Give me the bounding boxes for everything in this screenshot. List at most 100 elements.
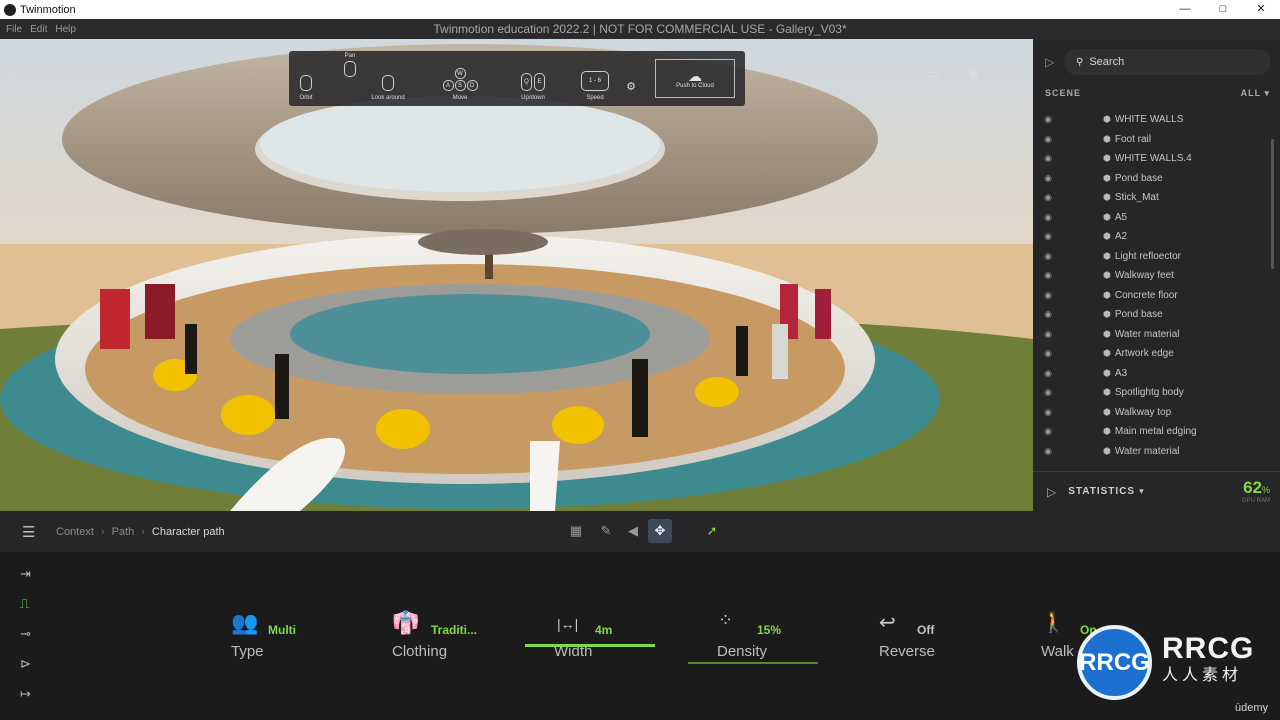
visibility-eye-icon[interactable]: ◉ (1033, 153, 1063, 164)
pan-control[interactable]: Pan (337, 51, 363, 106)
maximize-button[interactable]: □ (1204, 0, 1242, 19)
view-eye-icon[interactable]: ◉ (968, 66, 979, 82)
viewport-3d[interactable]: ▷ ▭ ◉ Orbit Pan Look around W A S D Move… (0, 39, 1033, 511)
cloud-upload-icon: ☁ (688, 67, 702, 84)
mouse-middle-icon (344, 61, 356, 77)
layout-view-icon[interactable]: ▭ (927, 66, 939, 82)
scene-item-label: Walkway feet (1114, 270, 1174, 282)
visibility-eye-icon[interactable]: ◉ (1033, 348, 1063, 359)
scene-item[interactable]: ◉ ⬢ Artwork edge (1033, 344, 1268, 364)
menu-edit[interactable]: Edit (30, 24, 47, 35)
density-param[interactable]: ⁘ 15% Density (688, 610, 818, 670)
scene-item[interactable]: ◉ ⬢ Light refloector (1033, 247, 1268, 267)
app-name: Twinmotion (20, 3, 76, 16)
connector-icon[interactable]: ⊸ (20, 626, 42, 642)
scene-item-label: Artwork edge (1114, 348, 1174, 360)
scene-item[interactable]: ◉ ⬢ A5 (1033, 208, 1268, 228)
scene-item-label: WHITE WALLS (1114, 114, 1184, 126)
scene-item-label: Water material (1114, 328, 1180, 340)
speed-keys: 1 - 6 (581, 71, 609, 91)
media-icon[interactable]: ⊳ (20, 656, 42, 672)
visibility-eye-icon[interactable]: ◉ (1033, 387, 1063, 398)
move-tool-icon[interactable]: ✥ (648, 519, 672, 543)
scene-item[interactable]: ◉ ⬢ A3 (1033, 364, 1268, 384)
hamburger-menu-icon[interactable]: ☰ (22, 523, 40, 541)
object-cube-icon: ⬢ (1103, 445, 1111, 456)
minimize-button[interactable]: — (1166, 0, 1204, 19)
scene-item[interactable]: ◉ ⬢ WHITE WALLS.4 (1033, 149, 1268, 169)
scene-list: ◉ ⬢ WHITE WALLS ◉ ⬢ Foot rail ◉ ⬢ WHITE WALLS.4 ◉… (1033, 110, 1268, 465)
settings-gear-icon[interactable]: ⚙ (623, 59, 639, 114)
scene-item[interactable]: ◉ ⬢ Pond base (1033, 169, 1268, 189)
path-icon[interactable]: ⎍ (20, 596, 42, 612)
visibility-eye-icon[interactable]: ◉ (1033, 446, 1063, 457)
speed-control[interactable]: 1 - 6 Speed (579, 51, 611, 106)
visibility-eye-icon[interactable]: ◉ (1033, 192, 1063, 203)
scene-item-label: A2 (1114, 231, 1128, 243)
object-cube-icon: ⬢ (1103, 153, 1111, 164)
export-icon[interactable]: ↦ (20, 686, 42, 702)
collapse-panel-icon[interactable]: ▷ (1045, 55, 1054, 69)
clothing-param[interactable]: 👘 Traditi... Clothing (392, 610, 502, 670)
orbit-control[interactable]: Orbit (293, 51, 319, 106)
clothing-label: Clothing (392, 643, 448, 660)
expand-left-panel-icon[interactable]: ▷ (12, 67, 22, 83)
type-param[interactable]: 👥 Multi Type (231, 610, 341, 670)
scene-item[interactable]: ◉ ⬢ Water material (1033, 325, 1268, 345)
menu-help[interactable]: Help (55, 24, 76, 35)
visibility-eye-icon[interactable]: ◉ (1033, 407, 1063, 418)
scene-item[interactable]: ◉ ⬢ Pond base (1033, 305, 1268, 325)
object-cube-icon: ⬢ (1103, 367, 1111, 378)
visibility-eye-icon[interactable]: ◉ (1033, 134, 1063, 145)
scene-item[interactable]: ◉ ⬢ Walkway feet (1033, 266, 1268, 286)
visibility-eye-icon[interactable]: ◉ (1033, 173, 1063, 184)
scene-item[interactable]: ◉ ⬢ Spotlightg body (1033, 383, 1268, 403)
scene-item[interactable]: ◉ ⬢ WHITE WALLS (1033, 110, 1268, 130)
import-icon[interactable]: ⇥ (20, 566, 42, 582)
statistics-bar[interactable]: ▷ STATISTICS ▾ 62% GPU RAM (1033, 471, 1280, 511)
key-w: W (454, 68, 466, 79)
rrcg-logo-text: RRCG (1079, 648, 1150, 676)
path-draw-icon[interactable]: ➚ (700, 519, 724, 543)
scene-filter-dropdown[interactable]: ALL ▾ (1241, 88, 1270, 99)
scene-item[interactable]: ◉ ⬢ A2 (1033, 227, 1268, 247)
visibility-eye-icon[interactable]: ◉ (1033, 290, 1063, 301)
look-around-control[interactable]: Look around (365, 51, 411, 106)
visibility-eye-icon[interactable]: ◉ (1033, 329, 1063, 340)
scene-item-label: A5 (1114, 211, 1128, 223)
grid-tool-icon[interactable]: ▦ (564, 519, 588, 543)
visibility-eye-icon[interactable]: ◉ (1033, 251, 1063, 262)
back-arrow-icon[interactable]: ◀ (624, 519, 642, 543)
breadcrumb-context[interactable]: Context (56, 526, 94, 538)
scene-item[interactable]: ◉ ⬢ Main metal edging (1033, 422, 1268, 442)
width-param[interactable]: |↔| 4m Width (525, 610, 655, 670)
push-to-cloud-button[interactable]: ☁ Push to Cloud (655, 59, 735, 98)
updown-control[interactable]: Q E Up/down (507, 51, 559, 106)
object-cube-icon: ⬢ (1103, 348, 1111, 359)
scene-item[interactable]: ◉ ⬢ Walkway top (1033, 403, 1268, 423)
reverse-param[interactable]: ↩ Off Reverse (879, 610, 989, 670)
close-button[interactable]: ✕ (1242, 0, 1280, 19)
clothing-icon: 👘 (392, 610, 420, 635)
scene-scrollbar[interactable] (1271, 139, 1274, 269)
breadcrumb-path[interactable]: Path (112, 526, 135, 538)
visibility-eye-icon[interactable]: ◉ (1033, 270, 1063, 281)
visibility-eye-icon[interactable]: ◉ (1033, 114, 1063, 125)
visibility-eye-icon[interactable]: ◉ (1033, 368, 1063, 379)
visibility-eye-icon[interactable]: ◉ (1033, 231, 1063, 242)
visibility-eye-icon[interactable]: ◉ (1033, 212, 1063, 223)
menu-file[interactable]: File (6, 24, 22, 35)
scene-item-label: Walkway top (1114, 406, 1172, 418)
scene-search-input[interactable]: ⚲ Search (1064, 49, 1271, 75)
scene-item[interactable]: ◉ ⬢ Foot rail (1033, 130, 1268, 150)
visibility-eye-icon[interactable]: ◉ (1033, 426, 1063, 437)
scene-item[interactable]: ◉ ⬢ Water material (1033, 442, 1268, 462)
scene-item[interactable]: ◉ ⬢ Stick_Mat (1033, 188, 1268, 208)
visibility-eye-icon[interactable]: ◉ (1033, 309, 1063, 320)
density-slider-track[interactable] (688, 662, 818, 664)
density-value: 15% (757, 623, 782, 637)
move-control[interactable]: W A S D Move (431, 51, 489, 106)
scene-item[interactable]: ◉ ⬢ Concrete floor (1033, 286, 1268, 306)
width-slider[interactable] (525, 644, 655, 647)
pen-tool-icon[interactable]: ✎ (594, 519, 618, 543)
